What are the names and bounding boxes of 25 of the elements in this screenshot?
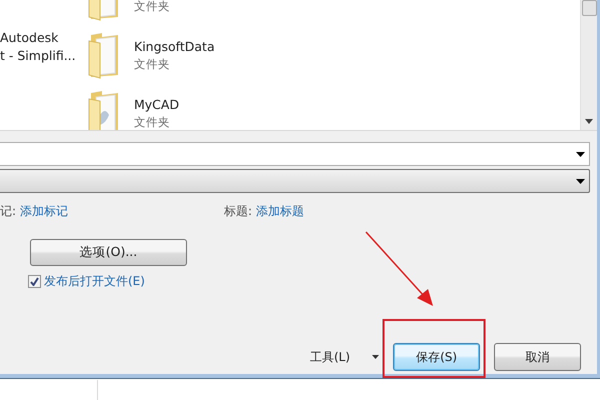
caret-icon[interactable] (372, 355, 380, 359)
dialog-button[interactable]: 取消 (494, 343, 582, 371)
tools-menu[interactable]: 工具(L) (310, 348, 350, 366)
file-type: 文件夹 (134, 56, 171, 72)
file-name[interactable]: KingsoftData (134, 38, 215, 54)
title-label: 标题: (224, 202, 252, 220)
checkbox-label[interactable]: 发布后打开文件(E) (44, 272, 145, 290)
checkbox[interactable] (28, 274, 41, 288)
dropdown-icon (576, 152, 585, 156)
dialog-button[interactable]: 保存(S) (393, 343, 480, 371)
nav-item-text[interactable]: Autodesk (0, 30, 80, 45)
file-type: 文件夹 (134, 0, 170, 14)
file-name[interactable]: MyCAD (134, 96, 180, 112)
file-name-field[interactable] (0, 142, 590, 166)
scroll-down-icon[interactable] (585, 119, 593, 124)
scroll-thumb[interactable] (582, 0, 597, 16)
file-type: 文件夹 (134, 114, 171, 130)
nav-item-text[interactable]: t - Simplifi... (0, 48, 80, 63)
tags-label: 记: (0, 202, 16, 220)
dropdown-icon (576, 178, 585, 184)
add-tags-link[interactable]: 添加标记 (20, 202, 68, 220)
add-title-link[interactable]: 添加标题 (256, 202, 304, 220)
options-button[interactable]: 选项(O)... (30, 239, 187, 266)
scrollbar[interactable] (580, 0, 597, 130)
save-type-dropdown[interactable] (0, 169, 590, 193)
